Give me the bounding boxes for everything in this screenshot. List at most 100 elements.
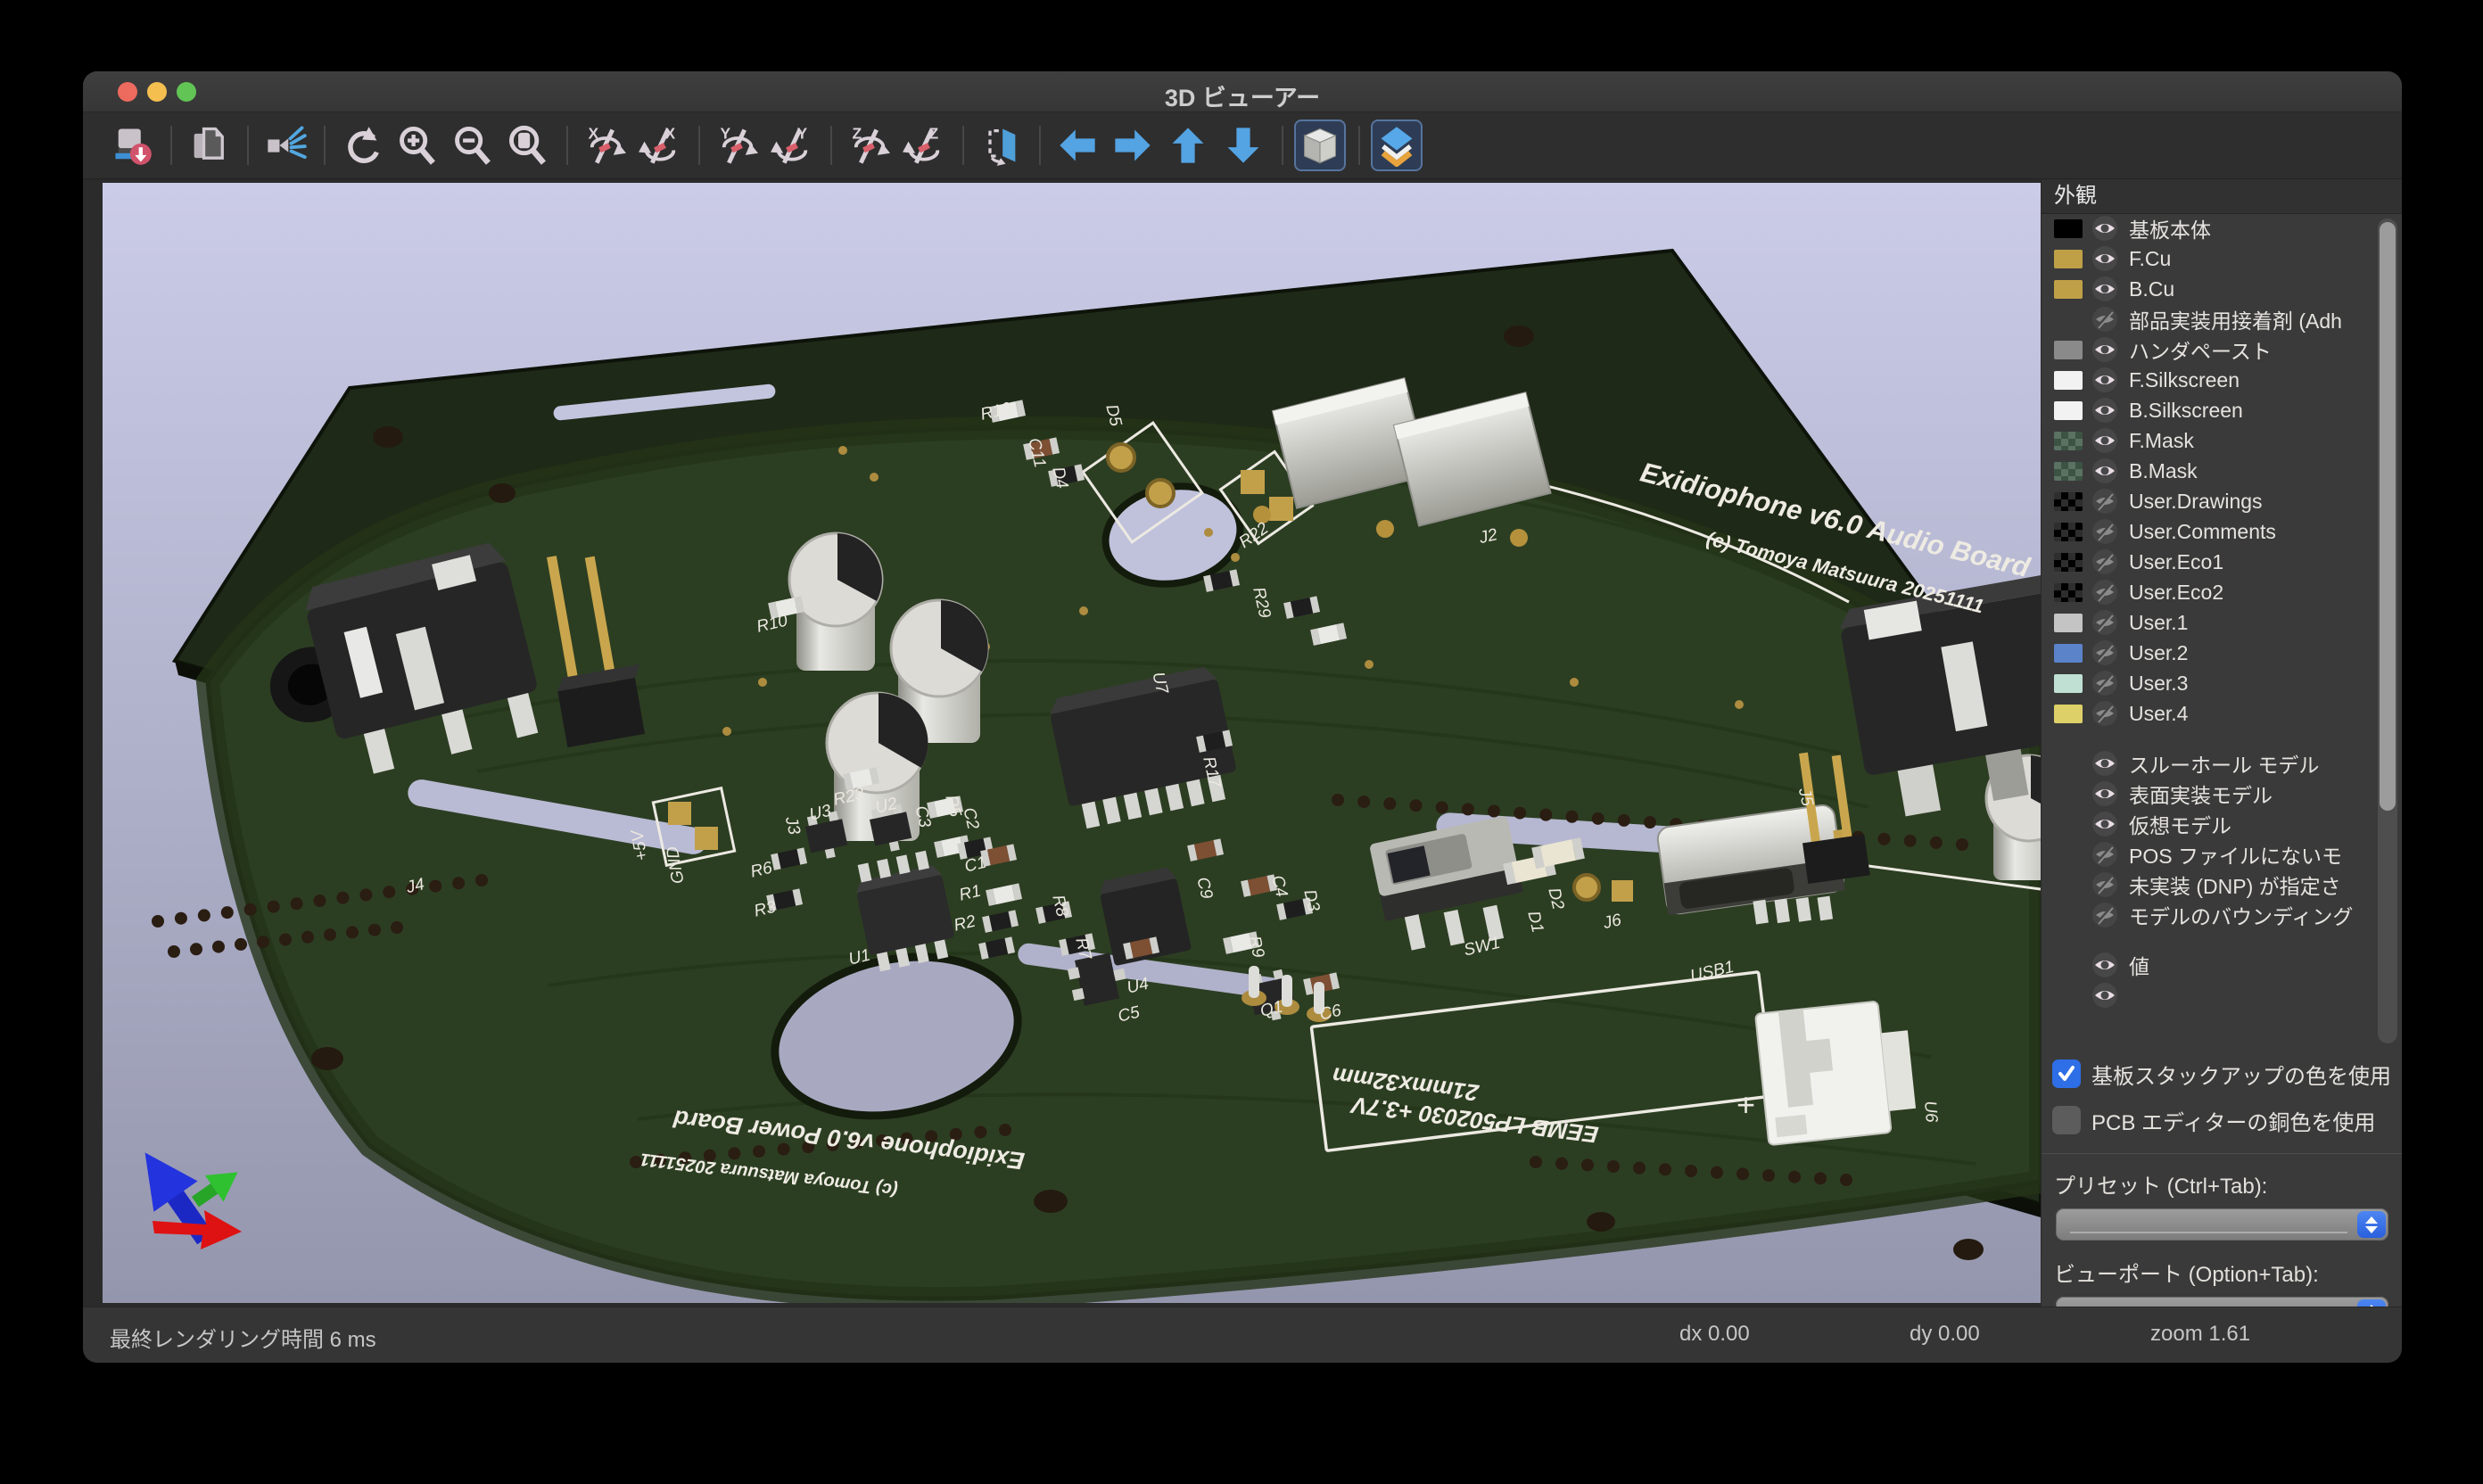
export-board-image-button[interactable] — [108, 121, 156, 169]
orthographic-projection-toggle[interactable] — [1296, 121, 1344, 169]
visibility-eye-icon[interactable] — [2091, 750, 2118, 777]
layer-label: User.3 — [2129, 672, 2188, 696]
sidebar-scrollbar[interactable] — [2378, 218, 2397, 1043]
viewport-label: ビューポート (Option+Tab): — [2042, 1248, 2402, 1295]
pan-left-icon — [1056, 124, 1099, 167]
pan-left-button[interactable] — [1053, 121, 1101, 169]
pan-right-button[interactable] — [1109, 121, 1157, 169]
use-stackup-colors-checkbox-row[interactable]: 基板スタックアップの色を使用 — [2042, 1055, 2402, 1092]
layer-color-swatch[interactable] — [2054, 250, 2083, 268]
zoom-in-button[interactable] — [393, 121, 441, 169]
use-pcb-copper-colors-checkbox-row[interactable]: PCB エディターの銅色を使用 — [2042, 1101, 2402, 1139]
copy-image-button[interactable] — [185, 121, 233, 169]
layer-color-swatch[interactable] — [2054, 371, 2083, 390]
layer-color-swatch[interactable] — [2054, 614, 2083, 632]
3d-viewport-canvas[interactable]: Exidiophone v6.0 Audio Board(c) Tomoya M… — [103, 183, 2041, 1303]
rotate-y-counterclockwise-button[interactable]: Y — [768, 121, 816, 169]
checkbox-unchecked[interactable] — [2052, 1106, 2081, 1134]
swatch-spacer — [2054, 956, 2083, 975]
layer-list: 基板本体F.CuB.Cu部品実装用接着剤 (AdhハンダペーストF.Silksc… — [2042, 213, 2402, 1051]
layer-row: User.2 — [2042, 638, 2402, 668]
visibility-eye-off-icon[interactable] — [2091, 871, 2118, 898]
rotate-x-ccw-icon: X — [639, 124, 681, 167]
layer-row: User.4 — [2042, 698, 2402, 729]
scrollbar-thumb[interactable] — [2380, 222, 2396, 811]
layer-color-swatch[interactable] — [2054, 462, 2083, 481]
layer-color-swatch[interactable] — [2054, 583, 2083, 602]
layer-label: 基板本体 — [2129, 213, 2211, 243]
layer-color-swatch[interactable] — [2054, 674, 2083, 693]
layer-row: User.Eco1 — [2042, 547, 2402, 577]
rotate-y-clockwise-button[interactable]: Y — [713, 121, 761, 169]
visibility-eye-off-icon[interactable] — [2091, 488, 2118, 515]
visibility-eye-icon[interactable] — [2091, 215, 2118, 242]
rotate-x-clockwise-button[interactable]: X — [581, 121, 629, 169]
layer-label: B.Cu — [2129, 277, 2174, 301]
rotate-x-cw-icon: X — [583, 124, 626, 167]
zoom-out-button[interactable] — [449, 121, 497, 169]
visibility-eye-off-icon[interactable] — [2091, 841, 2118, 868]
layer-row: F.Cu — [2042, 243, 2402, 274]
flip-board-button[interactable] — [977, 121, 1025, 169]
reload-board-button[interactable] — [338, 121, 386, 169]
dy-status: dy 0.00 — [1910, 1322, 1980, 1347]
layer-row: User.Eco2 — [2042, 577, 2402, 607]
visibility-eye-icon[interactable] — [2091, 952, 2118, 978]
visibility-eye-off-icon[interactable] — [2091, 700, 2118, 727]
visibility-eye-off-icon[interactable] — [2091, 579, 2118, 606]
model-visibility-row: POS ファイルにないモ — [2042, 839, 2402, 870]
layer-color-swatch[interactable] — [2054, 280, 2083, 299]
3d-viewer-window: 3D ビューアー X X Y Y Z Z — [83, 71, 2402, 1363]
visibility-eye-icon[interactable] — [2091, 336, 2118, 363]
visibility-eye-off-icon[interactable] — [2091, 548, 2118, 575]
zoom-fit-button[interactable] — [504, 121, 552, 169]
visibility-eye-icon[interactable] — [2091, 982, 2118, 1009]
visibility-eye-icon[interactable] — [2091, 397, 2118, 424]
swatch-spacer — [2054, 906, 2083, 925]
visibility-eye-off-icon[interactable] — [2091, 306, 2118, 333]
rotate-y-cw-icon: Y — [715, 124, 758, 167]
dropdown-stepper-icon[interactable] — [2357, 1211, 2386, 1238]
visibility-eye-icon[interactable] — [2091, 367, 2118, 393]
rotate-x-counterclockwise-button[interactable]: X — [636, 121, 684, 169]
visibility-eye-off-icon[interactable] — [2091, 670, 2118, 697]
layer-color-swatch[interactable] — [2054, 401, 2083, 420]
visibility-eye-off-icon[interactable] — [2091, 639, 2118, 666]
visibility-eye-off-icon[interactable] — [2091, 609, 2118, 636]
rotate-z-clockwise-button[interactable]: Z — [845, 121, 893, 169]
layer-color-swatch[interactable] — [2054, 492, 2083, 511]
layer-color-swatch[interactable] — [2054, 432, 2083, 450]
layer-color-swatch[interactable] — [2054, 523, 2083, 541]
layer-label: 値 — [2129, 950, 2149, 980]
visibility-eye-icon[interactable] — [2091, 245, 2118, 272]
layer-color-swatch[interactable] — [2054, 705, 2083, 723]
checkbox-checked[interactable] — [2052, 1059, 2081, 1088]
visibility-eye-icon[interactable] — [2091, 780, 2118, 807]
visibility-eye-icon[interactable] — [2091, 427, 2118, 454]
pan-right-icon — [1111, 124, 1154, 167]
layer-color-swatch[interactable] — [2054, 553, 2083, 572]
visibility-eye-off-icon[interactable] — [2091, 902, 2118, 928]
visibility-eye-icon[interactable] — [2091, 458, 2118, 484]
reload-icon — [341, 124, 384, 167]
layer-color-swatch[interactable] — [2054, 219, 2083, 238]
layer-label: F.Cu — [2129, 247, 2171, 271]
appearance-sidebar: 外観 基板本体F.CuB.Cu部品実装用接着剤 (AdhハンダペーストF.Sil… — [2041, 179, 2402, 1307]
visibility-eye-icon[interactable] — [2091, 811, 2118, 837]
raytracing-render-button[interactable] — [261, 121, 309, 169]
render-time-status: 最終レンダリング時間 6 ms — [110, 1322, 376, 1353]
layer-row: ハンダペースト — [2042, 334, 2402, 365]
visibility-eye-off-icon[interactable] — [2091, 518, 2118, 545]
rotate-z-counterclockwise-button[interactable]: Z — [900, 121, 948, 169]
visibility-eye-icon[interactable] — [2091, 276, 2118, 302]
layer-label: ハンダペースト — [2129, 334, 2272, 365]
pan-up-button[interactable] — [1164, 121, 1212, 169]
appearance-panel-toggle[interactable] — [1373, 121, 1421, 169]
layer-color-swatch[interactable] — [2054, 644, 2083, 663]
preset-dropdown[interactable] — [2056, 1208, 2388, 1241]
layer-color-swatch[interactable] — [2054, 341, 2083, 359]
pan-down-button[interactable] — [1219, 121, 1267, 169]
titlebar[interactable]: 3D ビューアー — [83, 71, 2402, 112]
swatch-spacer — [2054, 876, 2083, 895]
model-visibility-row: モデルのバウンディング — [2042, 900, 2402, 930]
